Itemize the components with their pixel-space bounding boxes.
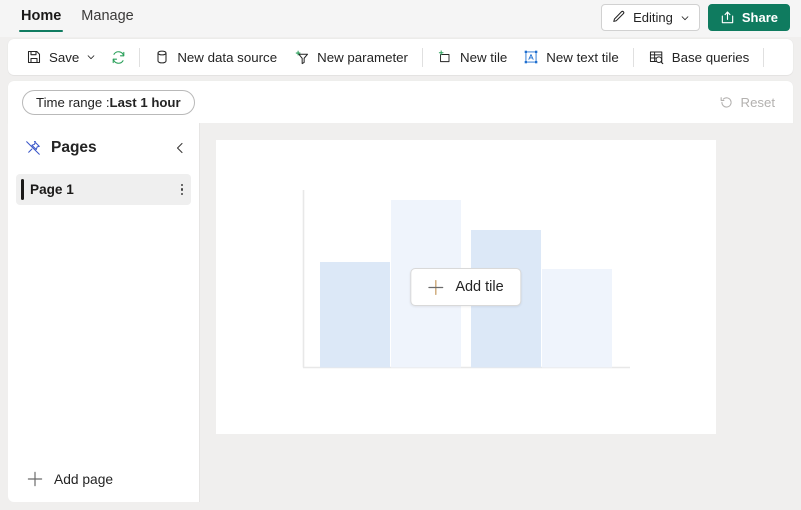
table-search-icon: [648, 49, 665, 66]
tab-home[interactable]: Home: [11, 0, 71, 33]
filter-bar: Time range : Last 1 hour Reset: [8, 81, 793, 123]
refresh-button[interactable]: [104, 44, 133, 70]
toolbar-divider-3: [632, 47, 634, 67]
tab-home-label: Home: [21, 8, 62, 24]
new-tile-label: New tile: [460, 49, 508, 65]
save-button[interactable]: Save: [18, 44, 104, 70]
editing-mode-button[interactable]: Editing: [601, 4, 700, 31]
tab-manage[interactable]: Manage: [71, 0, 143, 33]
pencil-icon: [611, 10, 626, 25]
empty-tile-placeholder[interactable]: Add tile: [216, 140, 716, 434]
top-actions: Editing Share: [601, 4, 790, 31]
toolbar-divider: [139, 47, 141, 67]
time-range-filter[interactable]: Time range : Last 1 hour: [22, 89, 195, 115]
refresh-icon: [110, 49, 127, 66]
add-tile-button[interactable]: Add tile: [410, 268, 522, 306]
tab-manage-label: Manage: [81, 8, 134, 24]
base-queries-label: Base queries: [671, 49, 750, 65]
time-range-prefix: Time range :: [36, 94, 110, 110]
new-tile-button[interactable]: New tile: [429, 44, 515, 70]
pages-sidebar: Pages Page 1 Add page: [8, 123, 200, 502]
pages-title: Pages: [51, 139, 97, 156]
new-data-source-button[interactable]: New data source: [146, 44, 285, 70]
dashboard-app: Home Manage Editing Share Save New data …: [0, 0, 801, 510]
dashboard-canvas[interactable]: Add tile: [200, 123, 793, 502]
new-text-tile-label: New text tile: [546, 49, 619, 65]
editing-label: Editing: [633, 10, 673, 25]
add-page-button[interactable]: Add page: [8, 456, 200, 502]
filter-plus-icon: [293, 49, 310, 66]
pin-off-icon[interactable]: [24, 139, 42, 157]
reset-arrow-icon: [719, 95, 734, 110]
new-text-tile-button[interactable]: New text tile: [515, 44, 626, 70]
more-vertical-icon[interactable]: [180, 183, 183, 196]
pages-header: Pages: [8, 128, 199, 168]
plus-icon: [26, 470, 44, 488]
share-icon: [720, 10, 735, 25]
toolbar-divider-4: [763, 47, 765, 67]
chevron-down-icon: [680, 13, 690, 23]
save-label: Save: [49, 49, 80, 65]
base-queries-button[interactable]: Base queries: [640, 44, 758, 70]
time-range-value: Last 1 hour: [109, 94, 181, 110]
sidebar-item-page-1[interactable]: Page 1: [16, 174, 191, 205]
add-tile-label: Add tile: [455, 279, 504, 295]
new-data-source-label: New data source: [177, 49, 278, 65]
tile-plus-icon: [437, 49, 453, 65]
text-box-icon: [523, 49, 539, 65]
reset-label: Reset: [740, 94, 775, 110]
add-page-label: Add page: [54, 471, 114, 487]
new-parameter-button[interactable]: New parameter: [285, 44, 416, 70]
save-floppy-icon: [26, 49, 42, 65]
toolbar-divider-2: [422, 47, 423, 67]
reset-filters-button[interactable]: Reset: [713, 95, 781, 110]
chart-bar-4: [542, 269, 612, 368]
chevron-left-icon: [173, 141, 187, 155]
collapse-sidebar-button[interactable]: [173, 141, 187, 155]
command-toolbar: Save New data source New parameter New t…: [8, 39, 793, 75]
page-item-label: Page 1: [30, 182, 74, 197]
share-label: Share: [741, 10, 778, 25]
database-icon: [154, 49, 170, 65]
chart-bar-1: [320, 262, 390, 368]
workspace-body: Pages Page 1 Add page Add tile: [8, 123, 793, 502]
chevron-down-icon: [86, 52, 96, 62]
new-parameter-label: New parameter: [317, 49, 408, 65]
plus-icon: [426, 278, 445, 297]
share-button[interactable]: Share: [707, 4, 790, 31]
